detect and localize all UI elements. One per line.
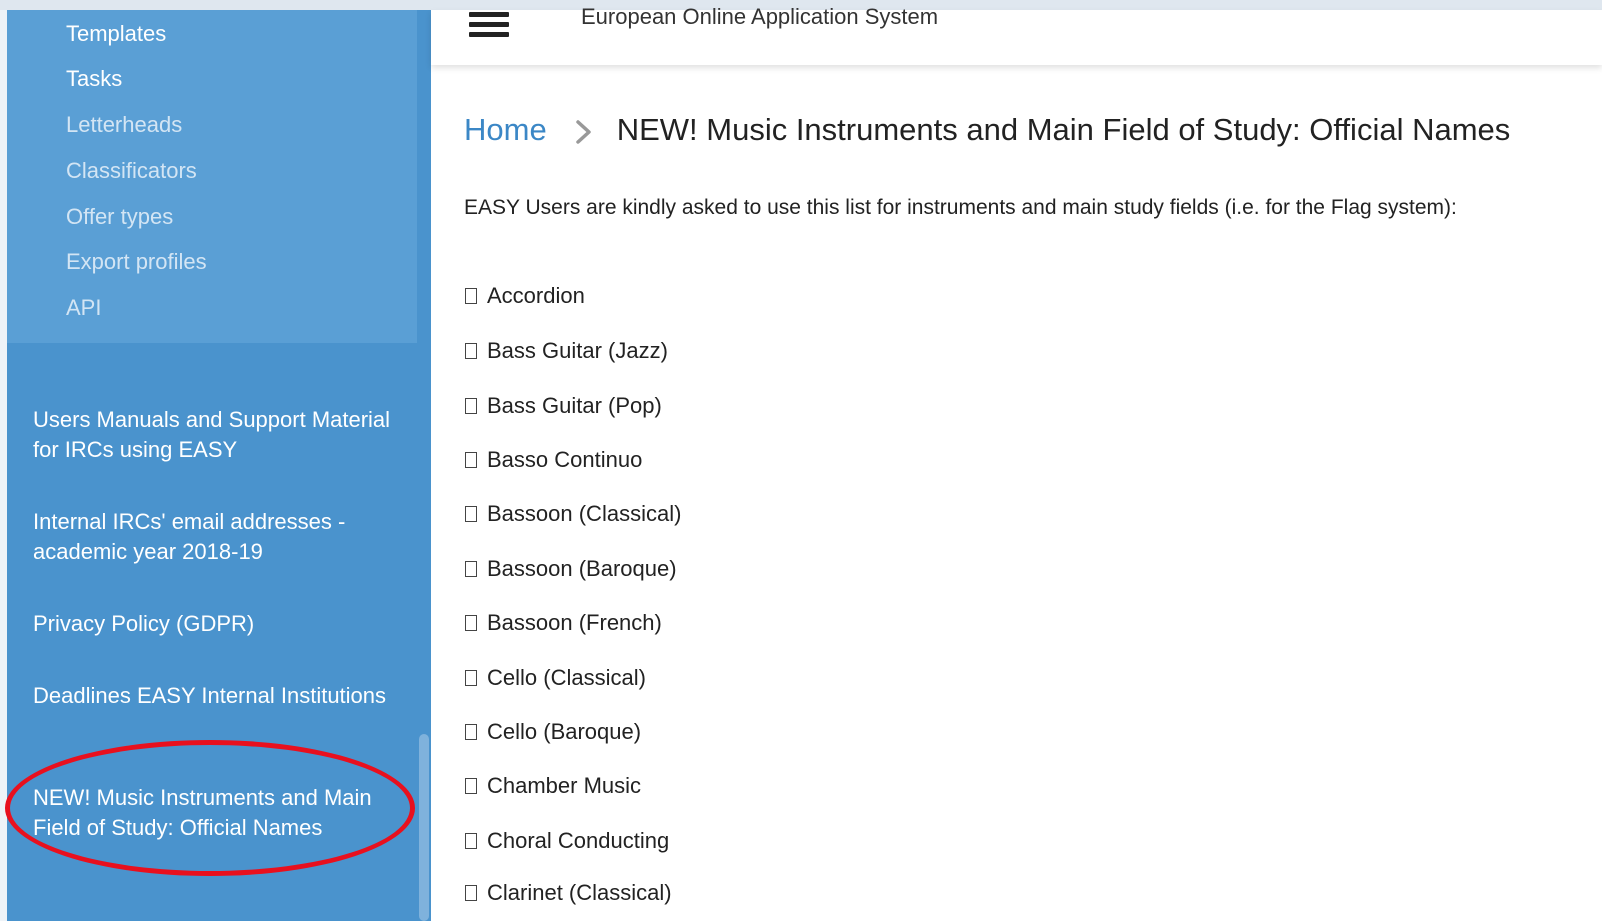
- box-glyph-icon: [465, 506, 477, 522]
- list-item: Bass Guitar (Jazz): [465, 337, 668, 365]
- list-item-label: Basso Continuo: [487, 447, 643, 472]
- sidebar-subitem-offer-types[interactable]: Offer types: [66, 203, 173, 231]
- sidebar: Templates Tasks Letterheads Classificato…: [7, 10, 431, 921]
- sidebar-subitem-tasks[interactable]: Tasks: [66, 65, 122, 93]
- breadcrumb: Home NEW! Music Instruments and Main Fiel…: [464, 108, 1510, 152]
- list-item: Accordion: [465, 282, 585, 310]
- list-item-label: Bassoon (Classical): [487, 501, 682, 526]
- box-glyph-icon: [465, 398, 477, 414]
- list-item-label: Clarinet (Classical): [487, 880, 672, 905]
- sidebar-link-irc-emails[interactable]: Internal IRCs' email addresses - academi…: [33, 507, 403, 567]
- hamburger-icon[interactable]: [469, 12, 511, 40]
- list-item: Bassoon (Baroque): [465, 555, 677, 583]
- sidebar-submenu: Templates Tasks Letterheads Classificato…: [7, 10, 417, 343]
- box-glyph-icon: [465, 561, 477, 577]
- box-glyph-icon: [465, 833, 477, 849]
- sidebar-link-users-manuals[interactable]: Users Manuals and Support Material for I…: [33, 405, 403, 465]
- sidebar-link-privacy-policy[interactable]: Privacy Policy (GDPR): [33, 609, 403, 639]
- header-bar: European Online Application System: [431, 4, 1602, 65]
- app-title: European Online Application System: [581, 4, 939, 29]
- list-item: Choral Conducting: [465, 827, 669, 855]
- list-item-label: Cello (Baroque): [487, 719, 642, 744]
- list-item: Chamber Music: [465, 772, 641, 800]
- list-item: Clarinet (Classical): [465, 879, 672, 907]
- list-item: Cello (Classical): [465, 664, 646, 692]
- breadcrumb-current: NEW! Music Instruments and Main Field of…: [616, 112, 1511, 147]
- list-item: Basso Continuo: [465, 446, 642, 474]
- list-item-label: Accordion: [487, 283, 585, 308]
- sidebar-scrollbar-thumb[interactable]: [419, 734, 429, 921]
- list-item: Bassoon (French): [465, 609, 662, 637]
- list-item-label: Choral Conducting: [487, 828, 670, 853]
- chevron-right-icon: [575, 120, 591, 144]
- app-window: Templates Tasks Letterheads Classificato…: [0, 0, 1602, 921]
- box-glyph-icon: [465, 288, 477, 304]
- box-glyph-icon: [465, 670, 477, 686]
- box-glyph-icon: [465, 343, 477, 359]
- sidebar-subitem-export-profiles[interactable]: Export profiles: [66, 248, 207, 276]
- list-item-label: Bass Guitar (Pop): [487, 393, 662, 418]
- box-glyph-icon: [465, 778, 477, 794]
- sidebar-subitem-templates[interactable]: Templates: [66, 20, 166, 48]
- sidebar-scrollbar[interactable]: [417, 10, 431, 921]
- sidebar-subitem-api[interactable]: API: [66, 294, 101, 322]
- list-item-label: Bassoon (French): [487, 610, 662, 635]
- box-glyph-icon: [465, 615, 477, 631]
- list-item-label: Bassoon (Baroque): [487, 556, 677, 581]
- list-item-label: Chamber Music: [487, 773, 642, 798]
- list-item-label: Cello (Classical): [487, 665, 646, 690]
- box-glyph-icon: [465, 452, 477, 468]
- list-item: Bass Guitar (Pop): [465, 392, 662, 420]
- sidebar-link-music-instruments[interactable]: NEW! Music Instruments and Main Field of…: [33, 783, 403, 843]
- sidebar-link-deadlines[interactable]: Deadlines EASY Internal Institutions: [33, 681, 403, 711]
- sidebar-links: Users Manuals and Support Material for I…: [7, 343, 417, 921]
- breadcrumb-home[interactable]: Home: [464, 112, 547, 147]
- box-glyph-icon: [465, 724, 477, 740]
- sidebar-subitem-letterheads[interactable]: Letterheads: [66, 111, 182, 139]
- sidebar-subitem-classificators[interactable]: Classificators: [66, 157, 197, 185]
- box-glyph-icon: [465, 885, 477, 901]
- list-item: Bassoon (Classical): [465, 500, 681, 528]
- list-item: Cello (Baroque): [465, 718, 641, 746]
- list-item-label: Bass Guitar (Jazz): [487, 338, 668, 363]
- main-content: European Online Application System Home N…: [431, 4, 1602, 921]
- intro-text: EASY Users are kindly asked to use this …: [464, 196, 1457, 219]
